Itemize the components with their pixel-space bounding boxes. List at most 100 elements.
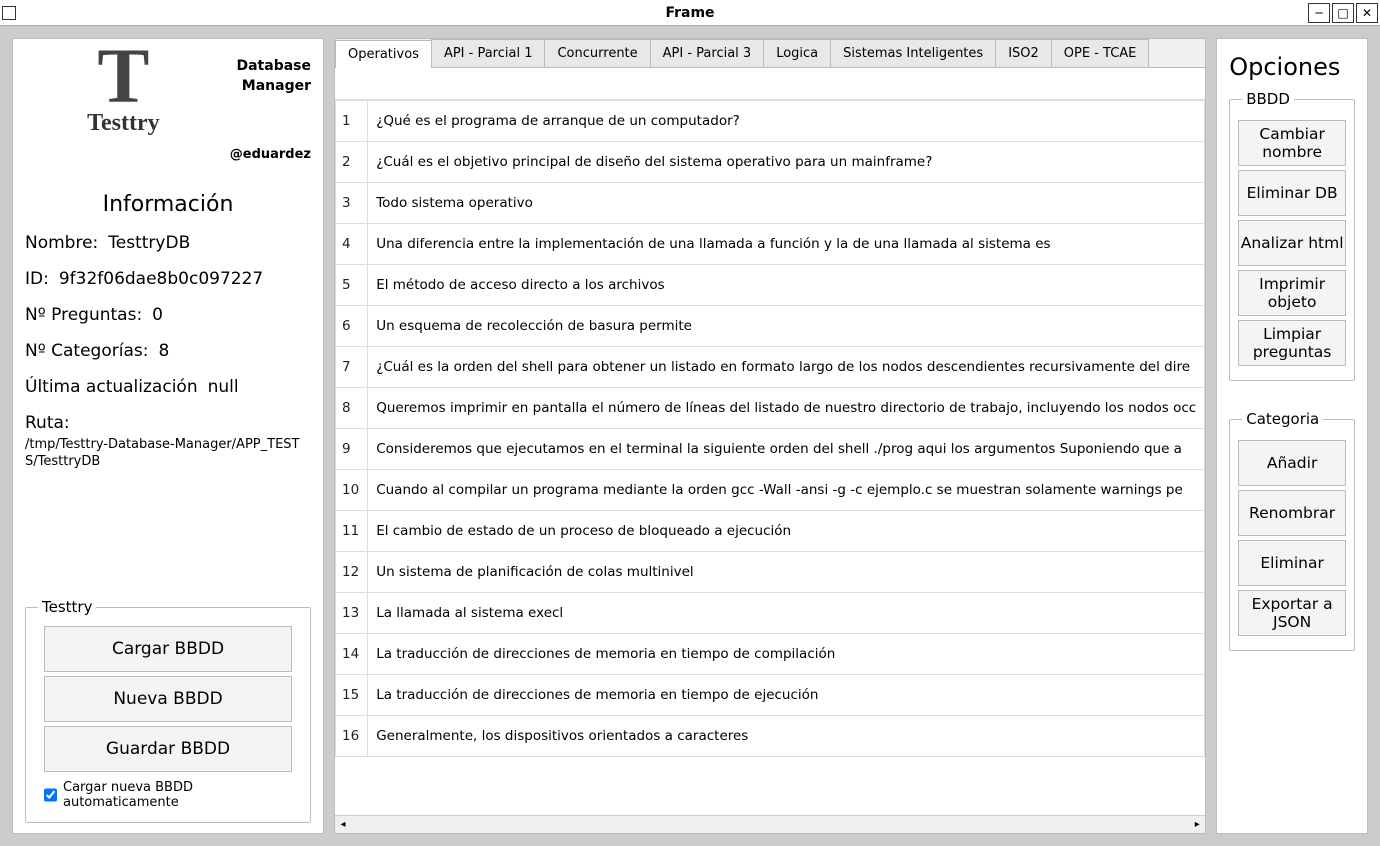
row-number: 2 [336, 142, 368, 183]
imprimir-objeto-button[interactable]: Imprimir objeto [1238, 270, 1346, 316]
save-bbdd-button[interactable]: Guardar BBDD [44, 726, 292, 772]
categoria-fieldset: Categoria AñadirRenombrarEliminarExporta… [1229, 419, 1355, 651]
auto-load-label: Cargar nueva BBDD automaticamente [63, 780, 292, 810]
auto-load-row[interactable]: Cargar nueva BBDD automaticamente [44, 780, 292, 810]
right-panel: Opciones BBDD Cambiar nombreEliminar DBA… [1216, 38, 1368, 834]
row-number: 7 [336, 347, 368, 388]
question-text: Cuando al compilar un programa mediante … [368, 470, 1205, 511]
categoria-legend: Categoria [1242, 410, 1323, 428]
table-row[interactable]: 6Un esquema de recolección de basura per… [336, 306, 1205, 347]
tab-concurrente[interactable]: Concurrente [544, 39, 650, 67]
row-number: 8 [336, 388, 368, 429]
row-number: 5 [336, 265, 368, 306]
info-name-value: TesttryDB [108, 233, 190, 253]
auto-load-checkbox[interactable] [44, 788, 57, 802]
question-text: Queremos imprimir en pantalla el número … [368, 388, 1205, 429]
info-nq-value: 0 [152, 305, 163, 325]
row-number: 12 [336, 552, 368, 593]
tab-api-parcial-3[interactable]: API - Parcial 3 [650, 39, 765, 67]
info-heading: Información [25, 192, 311, 217]
scroll-right-icon[interactable]: ▸ [1189, 819, 1205, 830]
tab-api-parcial-1[interactable]: API - Parcial 1 [431, 39, 546, 67]
table-row[interactable]: 2¿Cuál es el objetivo principal de diseñ… [336, 142, 1205, 183]
limpiar-preguntas-button[interactable]: Limpiar preguntas [1238, 320, 1346, 366]
analizar-html-button[interactable]: Analizar html [1238, 220, 1346, 266]
table-row[interactable]: 11El cambio de estado de un proceso de b… [336, 511, 1205, 552]
info-path-label: Ruta: [25, 413, 70, 433]
close-button[interactable]: ✕ [1356, 3, 1378, 23]
eliminar-db-button[interactable]: Eliminar DB [1238, 170, 1346, 216]
info-upd-value: null [208, 377, 239, 397]
table-row[interactable]: 7¿Cuál es la orden del shell para obtene… [336, 347, 1205, 388]
cambiar-nombre-button[interactable]: Cambiar nombre [1238, 120, 1346, 166]
testtry-fieldset: Testtry Cargar BBDD Nueva BBDD Guardar B… [25, 607, 311, 823]
maximize-button[interactable]: □ [1332, 3, 1354, 23]
question-text: Un sistema de planificación de colas mul… [368, 552, 1205, 593]
info-name-label: Nombre: [25, 233, 98, 253]
question-table: 1¿Qué es el programa de arranque de un c… [335, 100, 1205, 757]
table-row[interactable]: 9Consideremos que ejecutamos en el termi… [336, 429, 1205, 470]
brand-app: Database Manager [230, 57, 311, 96]
info-id-label: ID: [25, 269, 49, 289]
table-row[interactable]: 13La llamada al sistema execl [336, 593, 1205, 634]
window-title: Frame [665, 5, 714, 21]
row-number: 3 [336, 183, 368, 224]
row-number: 9 [336, 429, 368, 470]
question-text: Consideremos que ejecutamos en el termin… [368, 429, 1205, 470]
info-id-value: 9f32f06dae8b0c097227 [59, 269, 263, 289]
tab-logica[interactable]: Logica [763, 39, 831, 67]
question-text: Generalmente, los dispositivos orientado… [368, 716, 1205, 757]
row-number: 1 [336, 101, 368, 142]
table-row[interactable]: 4Una diferencia entre la implementación … [336, 224, 1205, 265]
table-row[interactable]: 12Un sistema de planificación de colas m… [336, 552, 1205, 593]
bbdd-legend: BBDD [1242, 90, 1294, 108]
table-row[interactable]: 8Queremos imprimir en pantalla el número… [336, 388, 1205, 429]
brand-handle: @eduardez [230, 146, 311, 164]
minimize-button[interactable]: ─ [1308, 3, 1330, 23]
table-row[interactable]: 15La traducción de direcciones de memori… [336, 675, 1205, 716]
question-text: Un esquema de recolección de basura perm… [368, 306, 1205, 347]
question-text: Una diferencia entre la implementación d… [368, 224, 1205, 265]
tab-bar: OperativosAPI - Parcial 1ConcurrenteAPI … [335, 39, 1205, 68]
brand-letter: T [25, 49, 222, 104]
tab-sistemas-inteligentes[interactable]: Sistemas Inteligentes [830, 39, 996, 67]
eliminar-button[interactable]: Eliminar [1238, 540, 1346, 586]
question-table-wrap[interactable]: 1¿Qué es el programa de arranque de un c… [335, 68, 1205, 815]
question-text: El cambio de estado de un proceso de blo… [368, 511, 1205, 552]
options-heading: Opciones [1229, 53, 1355, 81]
question-text: Todo sistema operativo [368, 183, 1205, 224]
new-bbdd-button[interactable]: Nueva BBDD [44, 676, 292, 722]
window-titlebar: Frame ─ □ ✕ [0, 0, 1380, 26]
question-text: La traducción de direcciones de memoria … [368, 675, 1205, 716]
tab-ope-tcae[interactable]: OPE - TCAE [1051, 39, 1150, 67]
row-number: 14 [336, 634, 368, 675]
exportar-a-json-button[interactable]: Exportar a JSON [1238, 590, 1346, 636]
row-number: 16 [336, 716, 368, 757]
row-number: 11 [336, 511, 368, 552]
brand-name: Testtry [25, 110, 222, 137]
bbdd-fieldset: BBDD Cambiar nombreEliminar DBAnalizar h… [1229, 99, 1355, 381]
renombrar-button[interactable]: Renombrar [1238, 490, 1346, 536]
row-number: 15 [336, 675, 368, 716]
load-bbdd-button[interactable]: Cargar BBDD [44, 626, 292, 672]
question-text: La traducción de direcciones de memoria … [368, 634, 1205, 675]
info-nc-label: Nº Categorías: [25, 341, 148, 361]
row-number: 13 [336, 593, 368, 634]
tab-iso2[interactable]: ISO2 [995, 39, 1052, 67]
table-row[interactable]: 1¿Qué es el programa de arranque de un c… [336, 101, 1205, 142]
window-icon [2, 6, 16, 20]
table-row[interactable]: 16Generalmente, los dispositivos orienta… [336, 716, 1205, 757]
a-adir-button[interactable]: Añadir [1238, 440, 1346, 486]
table-row[interactable]: 5El método de acceso directo a los archi… [336, 265, 1205, 306]
row-number: 6 [336, 306, 368, 347]
tab-operativos[interactable]: Operativos [335, 40, 432, 68]
scroll-left-icon[interactable]: ◂ [335, 819, 351, 830]
center-panel: OperativosAPI - Parcial 1ConcurrenteAPI … [334, 38, 1206, 834]
table-row[interactable]: 14La traducción de direcciones de memori… [336, 634, 1205, 675]
table-row[interactable]: 3Todo sistema operativo [336, 183, 1205, 224]
brand-meta: Database Manager @eduardez [230, 49, 311, 164]
brand-logo: T Testtry [25, 49, 222, 137]
table-row[interactable]: 10Cuando al compilar un programa mediant… [336, 470, 1205, 511]
table-header-spacer [335, 68, 1205, 100]
horizontal-scrollbar[interactable]: ◂ ▸ [335, 815, 1205, 833]
